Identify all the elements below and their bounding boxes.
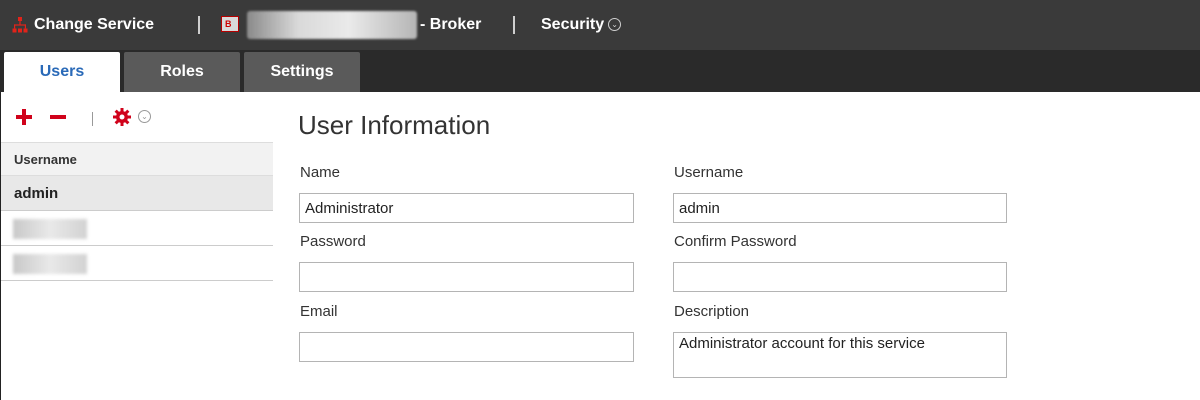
tab-roles[interactable]: Roles <box>124 52 240 92</box>
confirm-password-field[interactable] <box>673 262 1007 292</box>
redacted-username <box>13 219 87 239</box>
name-label: Name <box>300 164 341 181</box>
password-field[interactable] <box>299 262 634 292</box>
change-service-button[interactable]: Change Service <box>34 0 154 50</box>
top-header-bar: Change Service B - Broker Security ⌄ <box>0 0 1200 50</box>
username-field[interactable] <box>673 193 1007 223</box>
name-field[interactable] <box>299 193 634 223</box>
description-label: Description <box>674 303 750 320</box>
header-divider <box>513 16 515 34</box>
description-field[interactable]: Administrator account for this service <box>673 332 1007 378</box>
users-panel: ⌄ Username admin <box>0 92 274 400</box>
broker-label: - Broker <box>420 16 482 33</box>
security-label: Security <box>541 16 605 33</box>
tab-users[interactable]: Users <box>4 52 120 92</box>
remove-user-button[interactable] <box>49 108 67 126</box>
user-row-admin[interactable]: admin <box>1 176 273 211</box>
security-menu[interactable]: Security ⌄ <box>541 0 622 50</box>
email-label: Email <box>300 303 338 320</box>
header-divider <box>198 16 200 34</box>
confirm-password-label: Confirm Password <box>674 233 797 250</box>
username-column-header[interactable]: Username <box>1 142 273 176</box>
users-toolbar: ⌄ <box>1 92 274 142</box>
network-icon <box>12 17 28 33</box>
username-label: Username <box>674 164 744 181</box>
user-row-redacted[interactable] <box>1 246 273 281</box>
chevron-down-icon[interactable]: ⌄ <box>138 110 151 123</box>
redacted-service-name <box>247 11 417 39</box>
email-field[interactable] <box>299 332 634 362</box>
broker-icon: B <box>221 16 239 32</box>
chevron-down-icon: ⌄ <box>608 18 622 32</box>
gear-icon[interactable] <box>112 107 132 127</box>
password-label: Password <box>300 233 366 250</box>
redacted-username <box>13 254 87 274</box>
page-title: User Information <box>298 110 491 140</box>
toolbar-divider <box>92 112 93 126</box>
add-user-button[interactable] <box>15 108 33 126</box>
tab-settings[interactable]: Settings <box>244 52 360 92</box>
user-row-redacted[interactable] <box>1 211 273 246</box>
